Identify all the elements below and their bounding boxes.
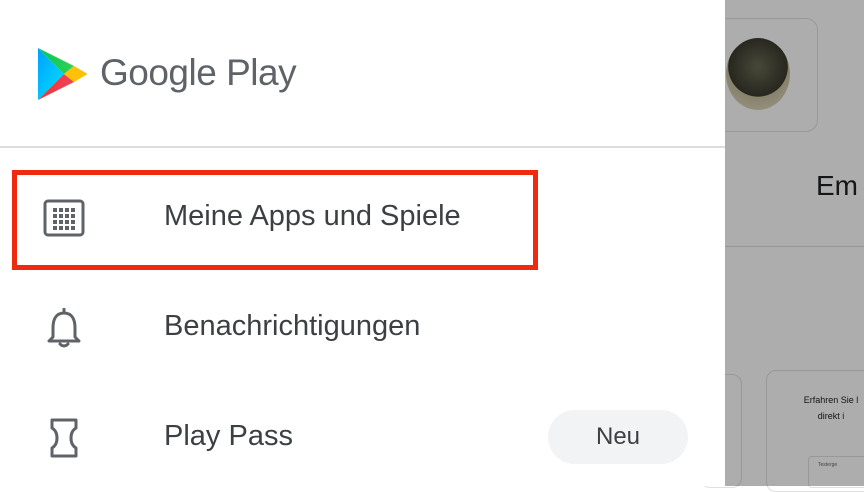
- navigation-drawer: Google Play Meine Apps und Spiele Benach…: [0, 0, 725, 486]
- google-play-logo-icon: [38, 48, 87, 100]
- nav-item-label: Benachrichtigungen: [164, 310, 421, 342]
- header-divider: [0, 146, 725, 148]
- ticket-icon: [50, 418, 78, 458]
- brand-name: Google Play: [100, 52, 297, 93]
- highlight-annotation: [12, 170, 538, 270]
- drawer-scrim[interactable]: [725, 0, 864, 486]
- nav-item-notifications[interactable]: Benachrichtigungen: [0, 282, 725, 374]
- drawer-header: Google Play: [0, 0, 725, 146]
- new-badge: Neu: [548, 410, 688, 464]
- bell-icon: [47, 308, 81, 348]
- nav-item-label: Play Pass: [164, 420, 293, 452]
